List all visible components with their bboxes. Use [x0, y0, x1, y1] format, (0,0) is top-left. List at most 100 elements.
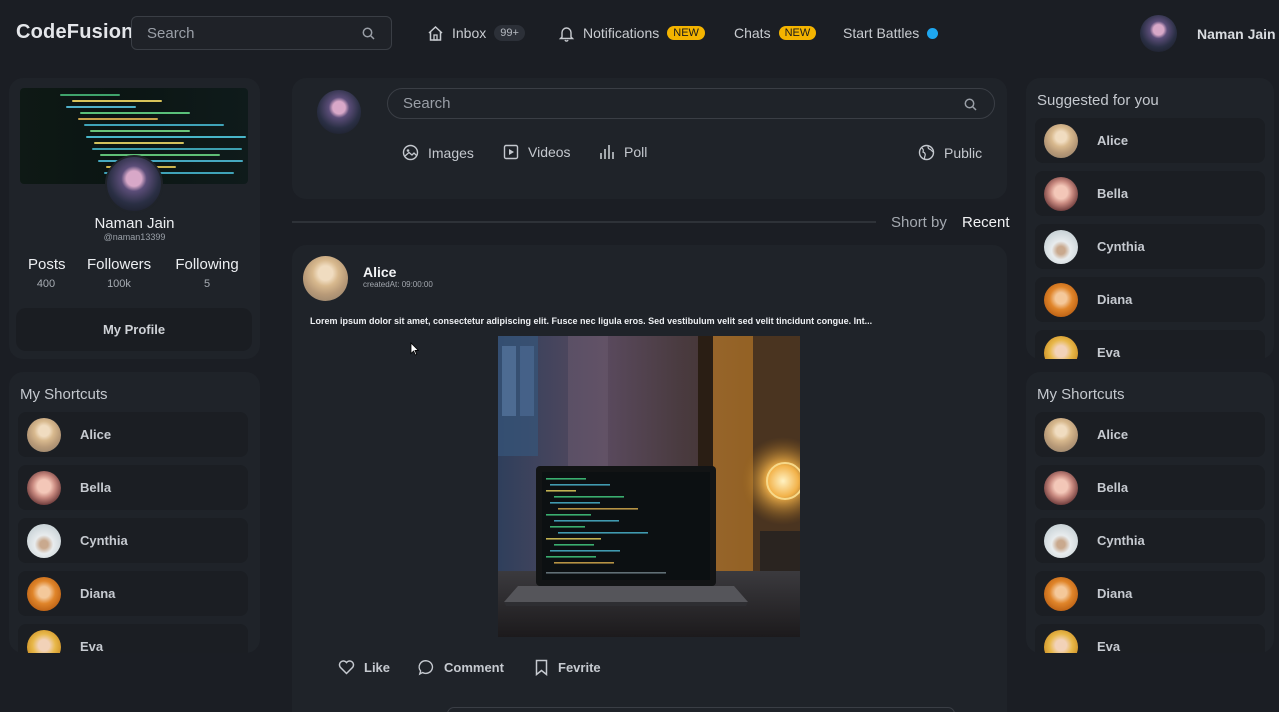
list-item[interactable]: Bella [18, 465, 248, 510]
shortcuts-list: Alice Bella Cynthia Diana Eva [18, 412, 248, 653]
composer-images-label: Images [428, 144, 474, 161]
list-item[interactable]: Eva [18, 624, 248, 653]
bookmark-icon [534, 659, 549, 676]
avatar [27, 523, 61, 558]
avatar[interactable] [105, 155, 163, 213]
post-image[interactable] [498, 336, 800, 637]
profile-name: Naman Jain [94, 215, 175, 232]
composer-search-box[interactable] [387, 88, 995, 119]
suggested-title: Suggested for you [1037, 92, 1159, 109]
brand-logo[interactable]: CodeFusion [16, 21, 134, 44]
list-item[interactable]: Eva [1035, 624, 1265, 653]
online-status-dot [927, 27, 939, 39]
nav-notifications[interactable]: Notifications NEW [558, 22, 705, 44]
list-item-name: Alice [1097, 427, 1129, 442]
stat-following-value: 5 [203, 278, 211, 290]
list-item[interactable]: Cynthia [18, 518, 248, 563]
chats-new-badge: NEW [778, 26, 817, 40]
avatar [1044, 176, 1078, 211]
stat-followers[interactable]: Followers 100k [87, 256, 151, 290]
heart-icon [338, 659, 355, 675]
composer-videos-label: Videos [528, 144, 571, 160]
avatar [1044, 576, 1078, 611]
list-item[interactable]: Alice [18, 412, 248, 457]
avatar[interactable] [303, 256, 348, 301]
list-item[interactable]: Eva [1035, 330, 1265, 359]
my-profile-button[interactable]: My Profile [16, 308, 252, 351]
composer-images-button[interactable]: Images [402, 144, 474, 161]
nav-notifications-label: Notifications [583, 25, 660, 41]
list-item[interactable]: Diana [1035, 571, 1265, 616]
nav-inbox[interactable]: Inbox 99+ [427, 22, 525, 44]
search-icon[interactable] [964, 98, 977, 111]
mouse-cursor-icon [410, 342, 419, 356]
avatar [1044, 470, 1078, 505]
avatar [27, 470, 61, 505]
nav-start-battles[interactable]: Start Battles [843, 22, 939, 44]
composer-poll-label: Poll [624, 144, 648, 160]
top-search-input[interactable] [132, 17, 391, 49]
stat-followers-label: Followers [87, 256, 152, 273]
comment-button[interactable]: Comment [418, 659, 504, 676]
suggested-panel: Suggested for you Alice Bella Cynthia Di… [1026, 78, 1274, 359]
avatar [1044, 629, 1078, 653]
list-item[interactable]: Diana [18, 571, 248, 616]
post-author[interactable]: Alice [363, 264, 396, 280]
avatar[interactable] [1140, 15, 1177, 52]
visibility-label: Public [944, 144, 983, 161]
comment-label: Comment [444, 660, 504, 675]
list-item[interactable]: Bella [1035, 465, 1265, 510]
like-label: Like [364, 659, 391, 675]
profile-card: Naman Jain @naman13399 Posts 400 Followe… [9, 78, 260, 359]
list-item-name: Eva [80, 639, 104, 653]
video-icon [503, 144, 519, 160]
nav-chats[interactable]: Chats NEW [734, 22, 817, 44]
like-button[interactable]: Like [338, 659, 390, 675]
list-item[interactable]: Diana [1035, 277, 1265, 322]
avatar [27, 417, 61, 452]
suggested-list: Alice Bella Cynthia Diana Eva [1035, 118, 1265, 359]
sort-label: Short by [891, 214, 947, 231]
favorite-button[interactable]: Fevrite [534, 659, 601, 676]
list-item[interactable]: Cynthia [1035, 224, 1265, 269]
stat-posts-value: 400 [36, 278, 56, 290]
nav-start-battles-label: Start Battles [843, 25, 920, 41]
bell-icon [558, 25, 575, 42]
comment-input[interactable] [447, 707, 955, 712]
avatar [1044, 335, 1078, 359]
list-item-name: Diana [1097, 292, 1133, 307]
composer-poll-button[interactable]: Poll [599, 144, 647, 160]
list-item-name: Eva [1097, 639, 1121, 653]
favorite-label: Fevrite [558, 660, 601, 675]
list-item-name: Alice [80, 427, 112, 442]
list-item-name: Cynthia [80, 533, 128, 548]
list-item-name: Cynthia [1097, 533, 1145, 548]
user-menu[interactable]: Naman Jain [1140, 15, 1276, 52]
sort-divider [292, 221, 876, 223]
stat-following[interactable]: Following 5 [174, 256, 240, 290]
list-item[interactable]: Alice [1035, 412, 1265, 457]
stat-posts[interactable]: Posts 400 [28, 256, 66, 290]
visibility-selector[interactable]: Public [918, 144, 982, 161]
nav-chats-label: Chats [734, 25, 771, 41]
composer-videos-button[interactable]: Videos [503, 144, 571, 160]
search-icon[interactable] [362, 27, 375, 40]
top-search-box[interactable] [131, 16, 392, 50]
sort-dropdown[interactable]: Recent [962, 214, 1010, 231]
avatar [1044, 417, 1078, 452]
shortcuts-list: Alice Bella Cynthia Diana Eva [1035, 412, 1265, 653]
shortcuts-panel-left: My Shortcuts Alice Bella Cynthia Diana E… [9, 372, 260, 653]
home-icon [427, 25, 444, 42]
notifications-new-badge: NEW [667, 26, 705, 40]
avatar[interactable] [317, 90, 361, 134]
list-item[interactable]: Cynthia [1035, 518, 1265, 563]
list-item[interactable]: Alice [1035, 118, 1265, 163]
post-card: Alice createdAt: 09:00:00 Lorem ipsum do… [292, 245, 1007, 712]
avatar [1044, 523, 1078, 558]
list-item-name: Bella [80, 480, 112, 495]
composer-search-input[interactable] [388, 89, 994, 118]
list-item[interactable]: Bella [1035, 171, 1265, 216]
list-item-name: Diana [80, 586, 116, 601]
list-item-name: Cynthia [1097, 239, 1145, 254]
nav-inbox-label: Inbox [452, 25, 487, 41]
